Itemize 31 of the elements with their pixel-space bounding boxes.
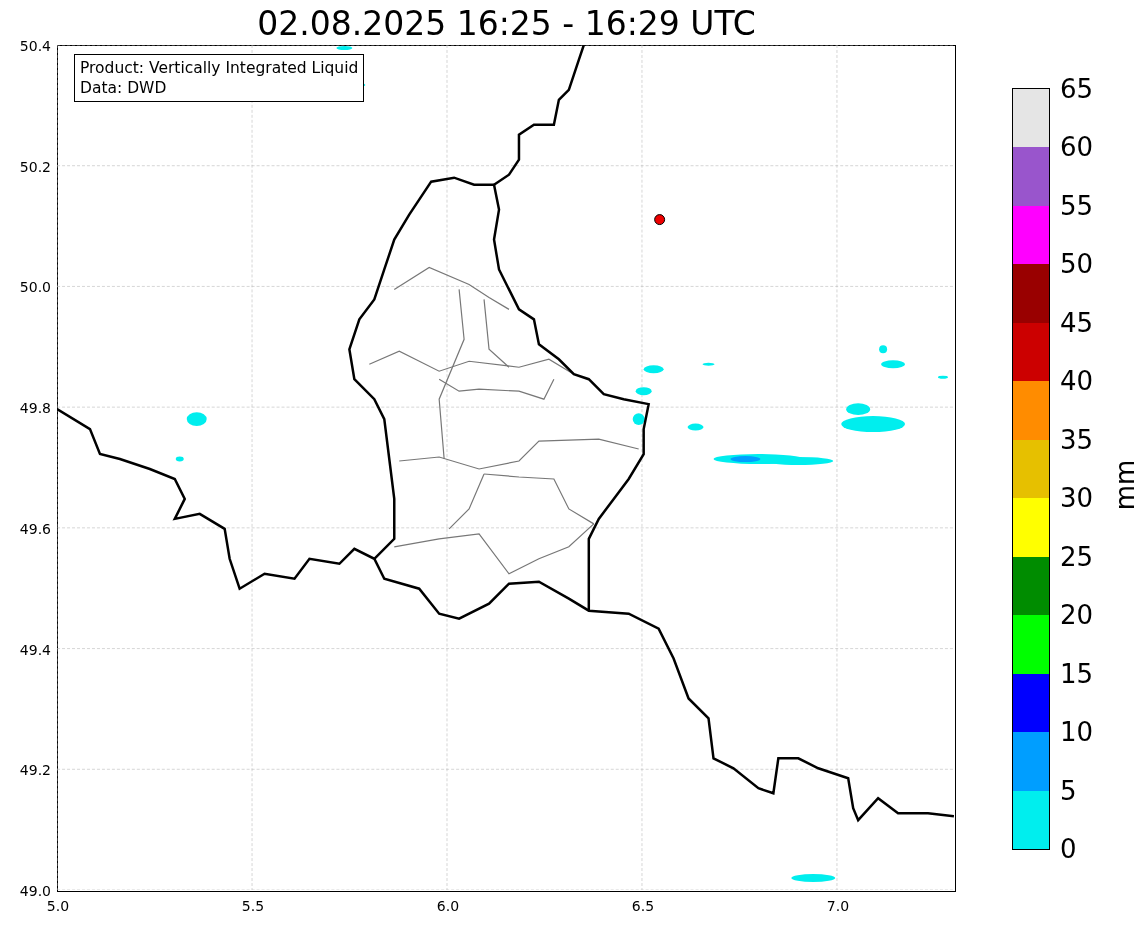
colorbar-tick-label: 65 [1060,75,1094,103]
x-tick-label: 5.0 [46,898,70,914]
x-tick-label: 6.0 [436,898,460,914]
colorbar-tick-label: 55 [1060,191,1094,220]
colorbar-tick-label: 45 [1060,308,1094,337]
chart-title: 02.08.2025 16:25 - 16:29 UTC [256,4,757,44]
info-text: Product: Vertically Integrated Liquid [80,58,359,78]
colorbar-tick-label: 0 [1060,835,1077,863]
y-tick-label: 49.6 [19,520,51,537]
colorbar-tick-label: 25 [1060,542,1094,571]
colorbar-tick-label: 35 [1060,425,1094,454]
x-tick-label: 7.0 [826,898,850,914]
y-tick-label: 49.4 [19,641,51,658]
colorbar-tick-label: 30 [1060,484,1094,513]
x-tick-label: 6.5 [631,898,655,914]
colorbar-tick-label: 20 [1060,601,1094,630]
info-text: Data: DWD [80,78,168,98]
colorbar-tick-label: 60 [1060,133,1094,162]
colorbar-tick-label: 40 [1060,367,1094,396]
y-tick-label: 50.0 [19,279,51,296]
x-tick-label: 5.5 [241,898,265,914]
y-tick-label: 49.8 [19,400,51,417]
y-tick-label: 50.4 [19,38,51,54]
colorbar-label: mm [1110,459,1138,511]
colorbar-tick-label: 5 [1060,776,1077,805]
y-tick-label: 50.2 [19,158,51,175]
colorbar-tick-label: 10 [1060,718,1094,747]
y-tick-label: 49.2 [19,762,51,779]
y-tick-label: 49.0 [19,883,51,899]
colorbar-tick-label: 50 [1060,250,1094,279]
colorbar-tick-label: 15 [1060,659,1094,688]
